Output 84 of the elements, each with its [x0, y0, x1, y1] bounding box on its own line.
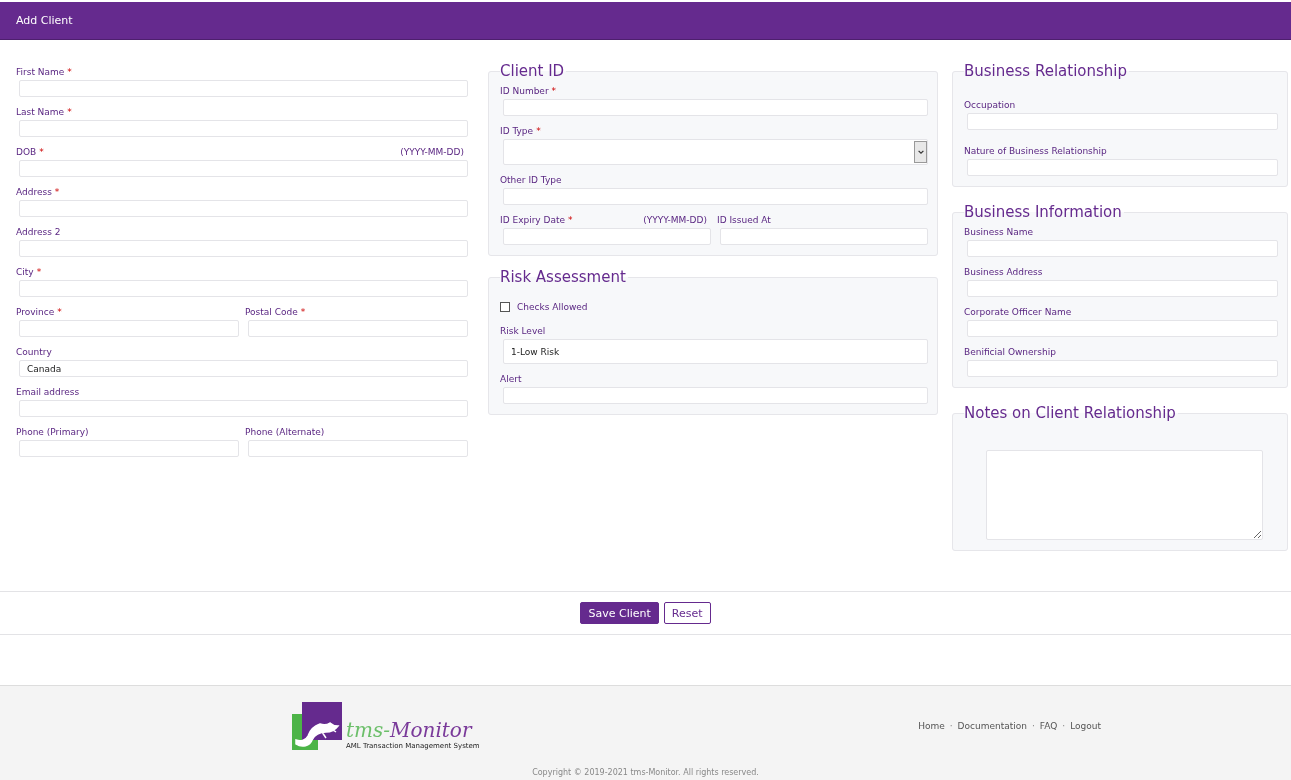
format-hint: (YYYY-MM-DD): [643, 215, 708, 225]
footer-link[interactable]: Home: [918, 721, 945, 731]
field-label: Alert: [500, 374, 522, 384]
input-field[interactable]: [19, 240, 468, 257]
input-field[interactable]: [967, 280, 1278, 297]
section-title: Business Information: [964, 203, 1123, 221]
required-marker: *: [54, 187, 60, 197]
footer-link[interactable]: Logout: [1070, 721, 1101, 731]
notes-field[interactable]: [986, 450, 1263, 540]
field-label: Address: [16, 187, 52, 197]
required-marker: *: [57, 307, 62, 317]
field-label: ID Number: [500, 86, 549, 96]
input-field[interactable]: Canada: [19, 360, 468, 377]
input-field[interactable]: [19, 200, 468, 217]
save-button[interactable]: Save Client: [580, 602, 659, 624]
checkbox[interactable]: [500, 302, 510, 312]
input-field[interactable]: [19, 400, 468, 417]
field-label: DOB: [16, 147, 37, 157]
input-field[interactable]: [503, 99, 928, 116]
input-field[interactable]: [19, 280, 468, 297]
link-separator: ·: [1062, 721, 1066, 731]
input-field[interactable]: 1-Low Risk: [503, 339, 928, 364]
input-field[interactable]: [19, 440, 239, 457]
format-hint: (YYYY-MM-DD): [400, 147, 465, 157]
field-label: Province: [16, 307, 55, 317]
field-label: Business Name: [964, 227, 1034, 237]
field-label: Phone (Alternate): [245, 427, 325, 437]
input-field[interactable]: [720, 228, 928, 245]
input-field[interactable]: [248, 320, 468, 337]
page-title: Add Client: [16, 14, 73, 27]
input-field[interactable]: [248, 440, 468, 457]
section-title: Business Relationship: [964, 62, 1128, 80]
reset-button[interactable]: Reset: [663, 602, 711, 624]
field-label: Risk Level: [500, 326, 546, 336]
footer-link[interactable]: Documentation: [957, 721, 1027, 731]
input-field[interactable]: [19, 120, 468, 137]
field-label: Phone (Primary): [16, 427, 89, 437]
input-field[interactable]: [19, 160, 468, 177]
field-label: First Name: [16, 67, 65, 77]
section-title: Client ID: [500, 62, 566, 80]
required-marker: *: [39, 147, 44, 157]
field-label: Last Name: [16, 107, 65, 117]
required-marker: *: [568, 215, 573, 225]
required-marker: *: [67, 67, 72, 77]
required-marker: *: [536, 126, 541, 136]
field-label: Country: [16, 347, 52, 357]
field-label: ID Issued At: [717, 215, 771, 225]
field-label: Checks Allowed: [517, 302, 588, 312]
field-label: ID Type: [500, 126, 534, 136]
field-label: ID Expiry Date: [500, 215, 566, 225]
input-field[interactable]: [503, 387, 928, 404]
link-separator: ·: [1032, 721, 1035, 731]
input-field[interactable]: [19, 80, 468, 97]
required-marker: *: [67, 107, 72, 117]
field-label: Nature of Business Relationship: [964, 146, 1107, 156]
select-field[interactable]: [503, 139, 928, 165]
link-separator: ·: [949, 721, 953, 731]
field-label: Benificial Ownership: [964, 347, 1056, 357]
copyright-text: Copyright © 2019-2021 tms-Monitor. All rights reserved.: [531, 768, 760, 777]
input-field[interactable]: [503, 228, 711, 245]
field-label: City: [16, 267, 34, 277]
section-title: Notes on Client Relationship: [964, 404, 1177, 422]
brand-name: tms-Monitor: [346, 718, 474, 742]
field-label: Occupation: [964, 100, 1016, 110]
field-label: Email address: [16, 387, 80, 397]
input-field[interactable]: [19, 320, 239, 337]
required-marker: *: [300, 307, 306, 317]
input-field[interactable]: [967, 360, 1278, 377]
field-label: Address 2: [16, 227, 61, 237]
input-field[interactable]: [503, 188, 928, 205]
required-marker: *: [551, 86, 557, 96]
lizard-logo-icon: [292, 702, 342, 750]
required-marker: *: [36, 267, 42, 277]
input-field[interactable]: [967, 320, 1278, 337]
chevron-down-icon: [914, 141, 927, 163]
field-label: Corporate Officer Name: [964, 307, 1072, 317]
field-label: Other ID Type: [500, 175, 562, 185]
footer-link[interactable]: FAQ: [1039, 721, 1058, 731]
field-label: Postal Code: [245, 307, 298, 317]
input-field[interactable]: [967, 159, 1278, 176]
field-label: Business Address: [964, 267, 1043, 277]
input-field[interactable]: [967, 113, 1278, 130]
input-field[interactable]: [967, 240, 1278, 257]
section-title: Risk Assessment: [500, 268, 627, 286]
